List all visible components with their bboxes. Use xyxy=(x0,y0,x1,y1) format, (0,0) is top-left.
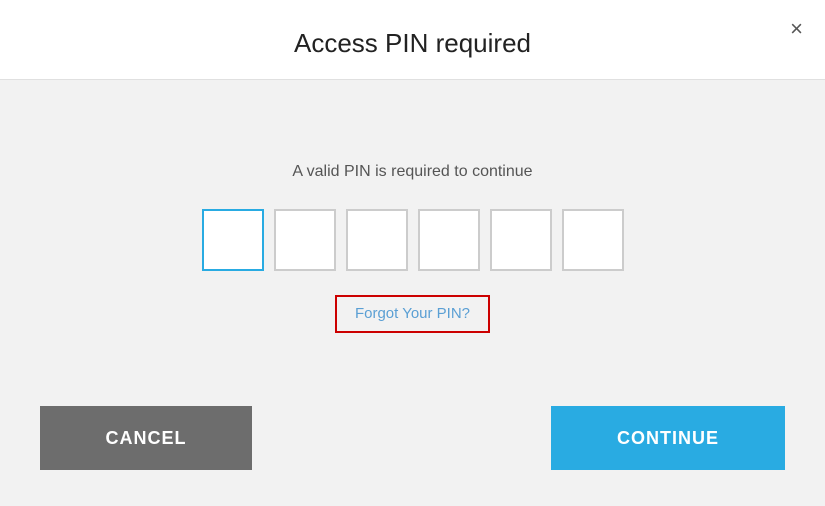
modal-header: Access PIN required × xyxy=(0,0,825,80)
forgot-pin-wrapper: Forgot Your PIN? xyxy=(335,295,490,333)
cancel-button[interactable]: CANCEL xyxy=(40,406,252,470)
forgot-pin-button[interactable]: Forgot Your PIN? xyxy=(355,305,470,322)
pin-input-4[interactable] xyxy=(418,209,480,271)
modal-footer: CANCEL CONTINUE xyxy=(0,406,825,506)
pin-input-group xyxy=(202,209,624,271)
pin-input-5[interactable] xyxy=(490,209,552,271)
modal-body: A valid PIN is required to continue Forg… xyxy=(0,80,825,406)
modal-title: Access PIN required xyxy=(0,28,825,59)
pin-input-3[interactable] xyxy=(346,209,408,271)
pin-input-2[interactable] xyxy=(274,209,336,271)
modal-dialog: Access PIN required × A valid PIN is req… xyxy=(0,0,825,506)
subtitle-text: A valid PIN is required to continue xyxy=(292,163,532,181)
continue-button[interactable]: CONTINUE xyxy=(551,406,785,470)
pin-input-1[interactable] xyxy=(202,209,264,271)
pin-input-6[interactable] xyxy=(562,209,624,271)
close-button[interactable]: × xyxy=(790,18,803,40)
